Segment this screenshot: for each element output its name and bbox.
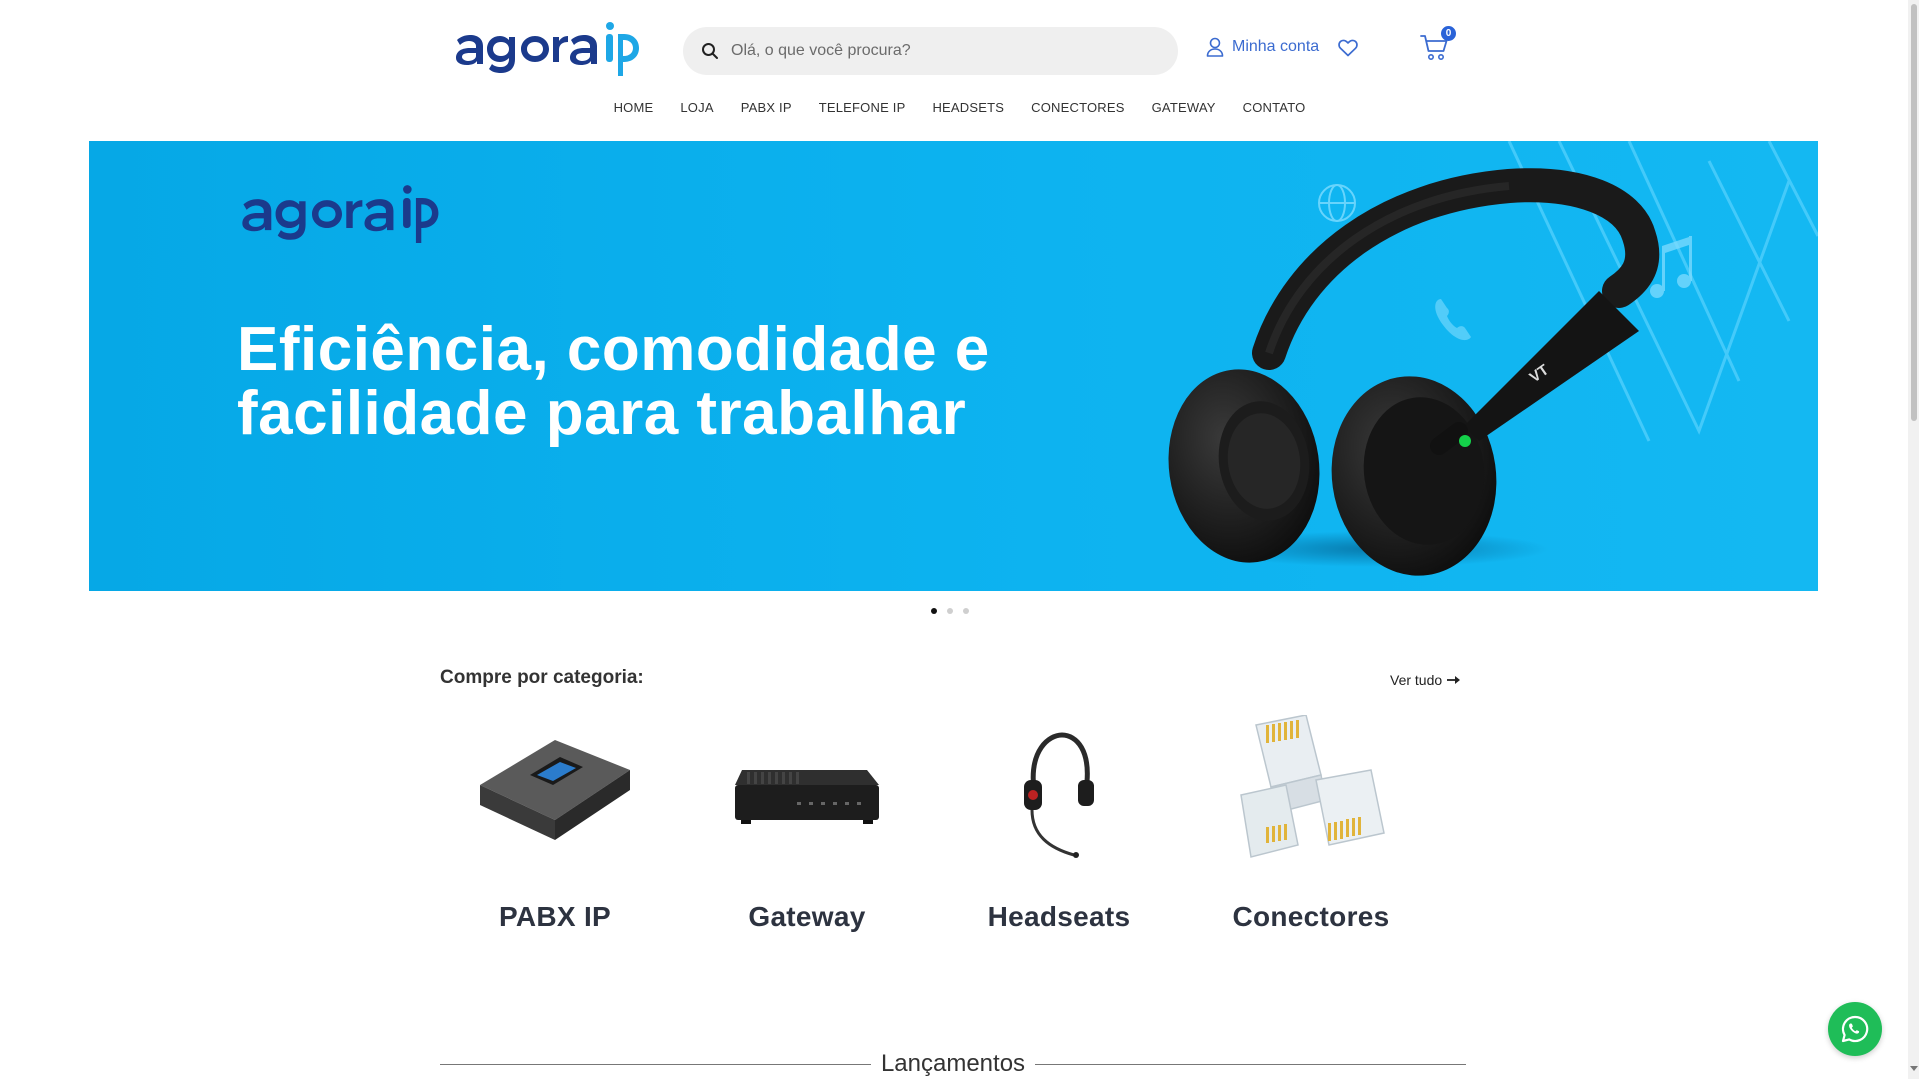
slider-dot-1[interactable]	[931, 608, 937, 614]
account-label: Minha conta	[1232, 38, 1320, 55]
slider-dot-3[interactable]	[963, 608, 969, 614]
pabx-device-image	[480, 739, 630, 840]
hero-banner[interactable]: Eficiência, comodidade e facilidade para…	[89, 141, 1818, 591]
main-nav: HOME LOJA PABX IP TELEFONE IP HEADSETS C…	[0, 100, 1919, 115]
gateway-device-image	[735, 769, 879, 824]
hero-title-line-1: Eficiência, comodidade e	[237, 315, 990, 384]
user-icon	[1206, 37, 1224, 57]
whatsapp-icon	[1841, 1015, 1869, 1043]
nav-item-contato[interactable]: CONTATO	[1229, 100, 1319, 115]
category-heading: Compre por categoria:	[440, 667, 644, 688]
launches-title: Lançamentos	[880, 1050, 1026, 1077]
agora-ip-logo[interactable]	[454, 20, 644, 76]
nav-item-pabx-ip[interactable]: PABX IP	[727, 100, 805, 115]
slider-dot-2[interactable]	[947, 608, 953, 614]
page-scrollbar[interactable]	[1908, 0, 1919, 1079]
arrow-right-icon	[1447, 676, 1461, 684]
nav-item-telefone-ip[interactable]: TELEFONE IP	[805, 100, 919, 115]
category-card-pabx-ip[interactable]: PABX IP	[455, 712, 655, 933]
nav-item-home[interactable]: HOME	[600, 100, 667, 115]
page: Minha conta 0 HOME LOJA PABX IP TELEFONE…	[0, 0, 1919, 1079]
cart-count-badge: 0	[1441, 26, 1456, 41]
category-label-headseats: Headseats	[987, 901, 1131, 932]
nav-item-loja[interactable]: LOJA	[667, 100, 727, 115]
hero-headset-image: VT	[1168, 141, 1818, 576]
launches-heading: Lançamentos	[440, 1050, 1466, 1078]
search-bar[interactable]	[683, 27, 1178, 75]
account-link[interactable]: Minha conta	[1206, 37, 1319, 57]
scrollbar-thumb[interactable]	[1911, 4, 1917, 421]
divider-line-left	[440, 1063, 871, 1065]
category-label-gateway: Gateway	[748, 901, 866, 932]
category-card-conectores[interactable]: Conectores	[1211, 712, 1411, 933]
see-all-link[interactable]: Ver tudo	[1390, 672, 1461, 688]
wishlist-heart-icon[interactable]	[1338, 39, 1358, 57]
category-label-pabx-ip: PABX IP	[498, 901, 612, 932]
category-card-gateway[interactable]: Gateway	[707, 712, 907, 933]
nav-item-conectores[interactable]: CONECTORES	[1018, 100, 1139, 115]
rj45-connectors-image	[1240, 714, 1385, 858]
whatsapp-button[interactable]	[1828, 1002, 1882, 1056]
search-input[interactable]	[731, 42, 1151, 60]
hero-title: Eficiência, comodidade e facilidade para…	[237, 318, 990, 446]
divider-line-right	[1035, 1063, 1466, 1065]
nav-item-headsets[interactable]: HEADSETS	[919, 100, 1018, 115]
headset-image	[1024, 731, 1094, 858]
nav-item-gateway[interactable]: GATEWAY	[1138, 100, 1229, 115]
scroll-down-arrow-icon[interactable]	[1910, 1066, 1918, 1071]
category-card-headseats[interactable]: Headseats	[959, 712, 1159, 933]
slider-dots	[931, 608, 969, 614]
see-all-label: Ver tudo	[1390, 672, 1443, 688]
hero-agora-ip-logo	[242, 185, 439, 243]
category-label-conectores: Conectores	[1232, 901, 1390, 932]
hero-title-line-2: facilidade para trabalhar	[237, 379, 967, 448]
search-icon[interactable]	[701, 42, 719, 60]
